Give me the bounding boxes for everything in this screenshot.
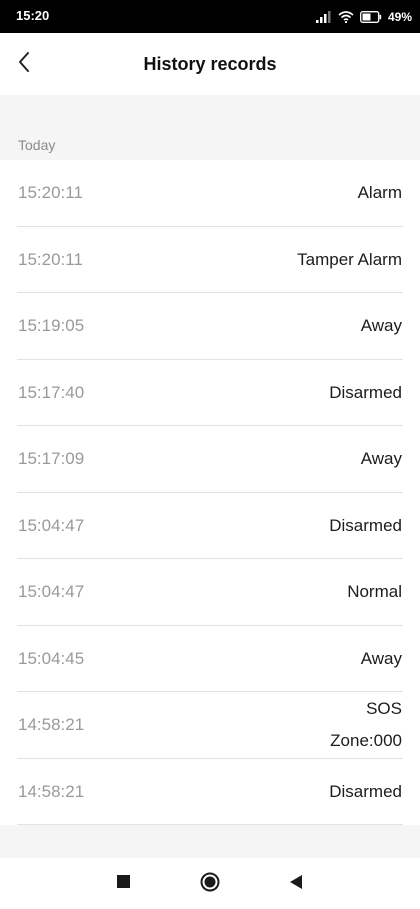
records-list: 15:20:11 Alarm 15:20:11 Tamper Alarm 15:19:0… bbox=[0, 160, 420, 825]
record-event-label: SOS bbox=[366, 699, 402, 719]
record-row[interactable]: 15:19:05 Away bbox=[0, 293, 420, 360]
record-time: 15:17:09 bbox=[18, 449, 85, 469]
status-bar: 15:20 49% bbox=[0, 0, 420, 33]
list-footer-spacer bbox=[0, 825, 420, 858]
record-time: 15:04:45 bbox=[18, 648, 85, 668]
record-event: Away bbox=[361, 643, 402, 675]
record-time: 14:58:21 bbox=[18, 781, 85, 801]
record-event-label: Away bbox=[360, 316, 402, 336]
record-row[interactable]: 15:17:40 Disarmed bbox=[0, 360, 420, 427]
record-event-label: Tamper Alarm bbox=[297, 249, 402, 269]
signal-icon bbox=[315, 11, 332, 23]
recent-apps-button[interactable] bbox=[112, 873, 134, 895]
chevron-left-icon bbox=[17, 51, 31, 78]
nav-back-button[interactable] bbox=[285, 873, 307, 895]
record-event: Disarmed bbox=[329, 510, 402, 542]
record-row[interactable]: 15:20:11 Alarm bbox=[0, 160, 420, 227]
section-header: Today bbox=[0, 95, 420, 160]
record-row[interactable]: 15:04:47 Disarmed bbox=[0, 493, 420, 560]
navigation-bar bbox=[0, 858, 420, 909]
record-time: 15:20:11 bbox=[18, 183, 83, 203]
record-row[interactable]: 14:58:21 SOS Zone:000 bbox=[0, 692, 420, 759]
page-title: History records bbox=[143, 54, 277, 74]
back-icon bbox=[289, 874, 303, 894]
home-icon bbox=[200, 872, 220, 897]
record-time: 14:58:21 bbox=[18, 715, 85, 735]
record-event: Away bbox=[361, 443, 402, 475]
record-row[interactable]: 14:58:21 Disarmed bbox=[0, 759, 420, 826]
battery-percent: 49% bbox=[387, 10, 412, 24]
record-event-detail: Zone:000 bbox=[330, 731, 402, 751]
wifi-icon bbox=[338, 11, 354, 23]
record-event: SOS Zone:000 bbox=[330, 693, 402, 757]
record-time: 15:20:11 bbox=[18, 249, 83, 269]
recent-apps-icon bbox=[116, 875, 130, 893]
record-event: Normal bbox=[347, 576, 402, 608]
record-time: 15:04:47 bbox=[18, 582, 85, 602]
record-event-label: Away bbox=[360, 449, 402, 469]
section-label-today: Today bbox=[18, 137, 56, 153]
status-time: 15:20 bbox=[16, 8, 50, 23]
record-event-label: Disarmed bbox=[329, 781, 402, 801]
record-time: 15:17:40 bbox=[18, 382, 85, 402]
record-event-label: Disarmed bbox=[329, 382, 402, 402]
battery-icon bbox=[360, 11, 382, 23]
record-event: Disarmed bbox=[329, 776, 402, 808]
record-event-label: Normal bbox=[347, 582, 402, 602]
record-time: 15:19:05 bbox=[18, 316, 85, 336]
back-button[interactable] bbox=[8, 48, 40, 80]
record-event: Alarm bbox=[358, 177, 402, 209]
record-event: Away bbox=[361, 310, 402, 342]
record-event: Disarmed bbox=[329, 377, 402, 409]
status-icons: 49% bbox=[315, 10, 412, 24]
home-button[interactable] bbox=[199, 872, 221, 897]
record-event-label: Away bbox=[360, 648, 402, 668]
record-row[interactable]: 15:04:47 Normal bbox=[0, 559, 420, 626]
record-row[interactable]: 15:04:45 Away bbox=[0, 626, 420, 693]
record-row[interactable]: 15:17:09 Away bbox=[0, 426, 420, 493]
record-event-label: Disarmed bbox=[329, 515, 402, 535]
record-event-label: Alarm bbox=[357, 183, 402, 203]
app-bar: History records bbox=[0, 33, 420, 95]
record-event: Tamper Alarm bbox=[297, 244, 402, 276]
record-row[interactable]: 15:20:11 Tamper Alarm bbox=[0, 227, 420, 294]
record-time: 15:04:47 bbox=[18, 515, 85, 535]
